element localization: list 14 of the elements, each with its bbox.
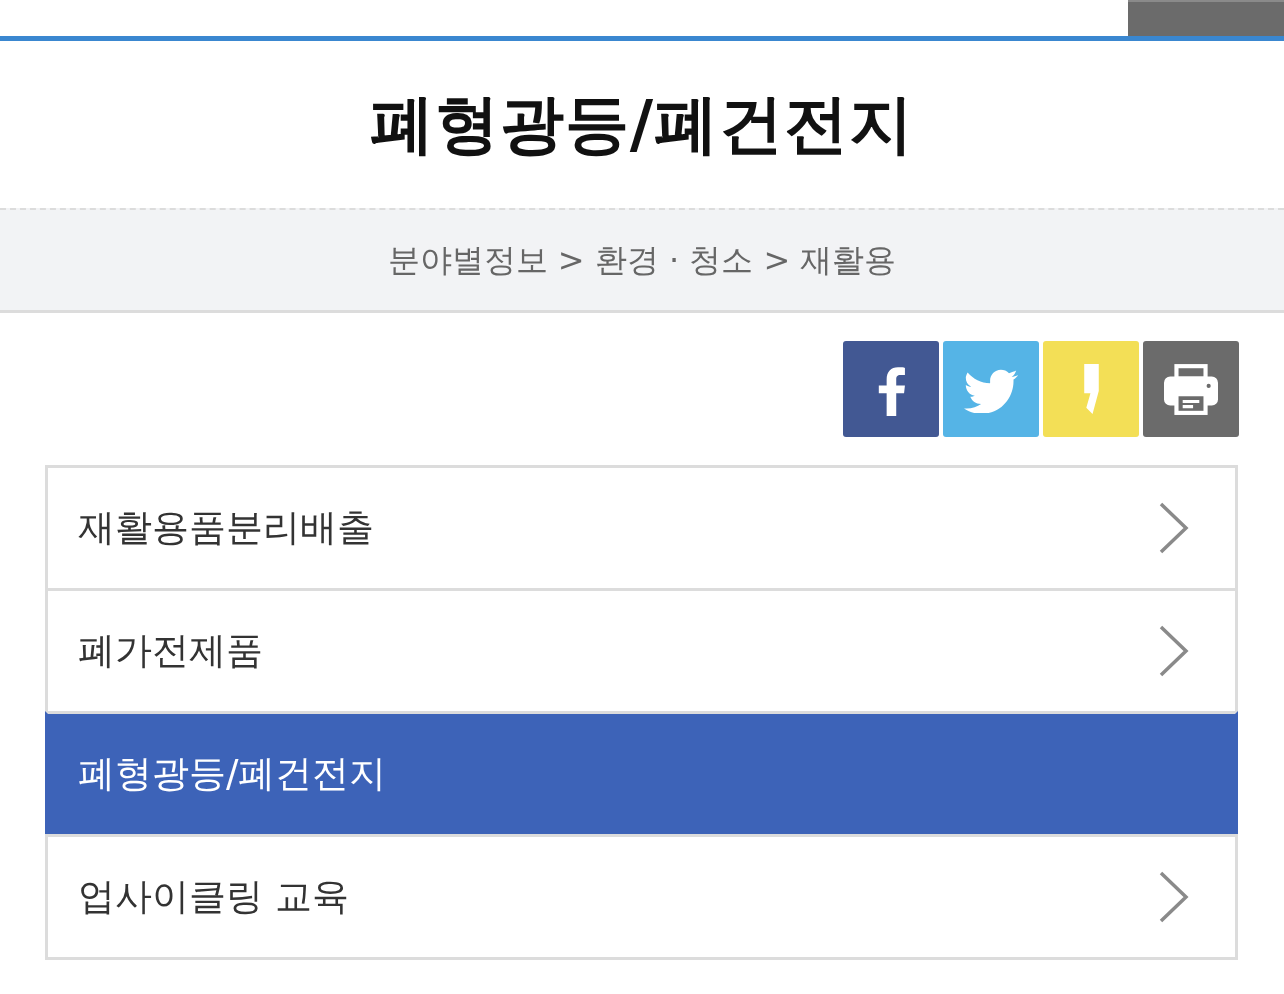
header-button[interactable] — [1128, 0, 1284, 36]
menu-item[interactable]: 폐형광등/폐건전지 — [45, 711, 1238, 834]
chevron-icon — [1159, 625, 1189, 677]
chevron-icon — [1159, 502, 1189, 554]
printer-icon — [1164, 363, 1218, 415]
print-button[interactable] — [1143, 341, 1239, 437]
share-button[interactable] — [843, 341, 939, 437]
menu-item[interactable]: 폐가전제품 — [45, 588, 1238, 711]
chevron-icon — [1159, 871, 1189, 923]
page-title: 폐형광등/폐건전지 — [369, 86, 915, 163]
menu-item[interactable]: 재활용품분리배출 — [45, 465, 1238, 588]
menu-item[interactable]: 업사이클링 교육 — [45, 834, 1238, 960]
comma-icon — [1081, 362, 1101, 416]
breadcrumb-text: 분야별정보 > 환경 · 청소 > 재활용 — [387, 240, 897, 281]
